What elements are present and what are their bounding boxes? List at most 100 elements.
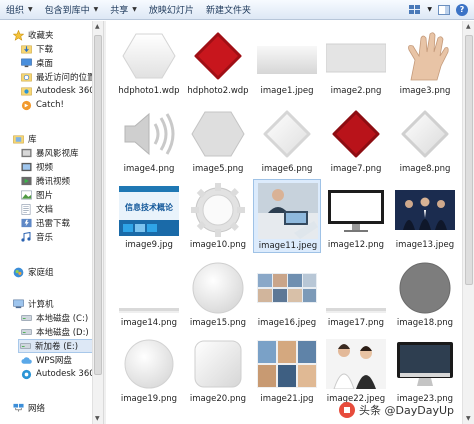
slideshow-button[interactable]: 放映幻灯片: [143, 1, 200, 19]
file-tile[interactable]: hdphoto2.wdp: [184, 25, 252, 99]
file-name: image2.png: [330, 86, 382, 96]
file-tile[interactable]: image12.png: [322, 179, 390, 253]
file-tile[interactable]: image19.png: [115, 333, 183, 407]
file-name: image17.png: [327, 318, 385, 328]
file-name: image6.png: [261, 164, 313, 174]
thumbnail-speaker: [119, 106, 179, 162]
chevron-down-icon: ▼: [28, 6, 33, 13]
nav-libraries[interactable]: 库: [12, 132, 103, 146]
nav-drive-e[interactable]: 新加卷 (E:): [18, 339, 103, 353]
scroll-up-arrow-icon[interactable]: ▲: [95, 23, 100, 30]
file-tile-selected[interactable]: image11.jpeg: [253, 179, 321, 253]
file-name: hdphoto2.wdp: [187, 86, 249, 96]
wps-cloud-icon: [20, 355, 32, 366]
video-library-icon: [20, 148, 32, 159]
file-tile[interactable]: image10.png: [184, 179, 252, 253]
thumbnail-women-photo: [326, 336, 386, 392]
nav-drive-c[interactable]: 本地磁盘 (C:): [20, 311, 103, 325]
nav-label: 新加卷 (E:): [35, 342, 79, 352]
file-tile[interactable]: image1.jpeg: [253, 25, 321, 99]
file-list-scrollbar-thumb[interactable]: [465, 35, 473, 285]
nav-wps-cloud[interactable]: WPS网盘: [20, 353, 103, 367]
file-name: image12.png: [327, 240, 385, 250]
file-name: image20.png: [189, 394, 247, 404]
nav-documents[interactable]: 文档: [20, 202, 103, 216]
file-tile[interactable]: image17.png: [322, 257, 390, 331]
thumbnail-white-hexagon: [119, 28, 179, 84]
file-tile[interactable]: image2.png: [322, 25, 390, 99]
file-list-scrollbar[interactable]: ▲ ▼: [462, 21, 474, 424]
scroll-up-arrow-icon[interactable]: ▲: [466, 23, 471, 30]
nav-favorites[interactable]: 收藏夹: [12, 28, 103, 42]
thumbnail-white-rhombus: [257, 106, 317, 162]
file-tile[interactable]: image14.png: [115, 257, 183, 331]
nav-drive-d[interactable]: 本地磁盘 (D:): [20, 325, 103, 339]
nav-desktop[interactable]: 桌面: [20, 56, 103, 70]
book-cover-title: 信息技术概论: [125, 203, 173, 212]
share-button[interactable]: 共享 ▼: [104, 1, 143, 19]
file-tile[interactable]: image8.png: [391, 103, 459, 177]
nav-tencent-video[interactable]: 腾讯视频: [20, 174, 103, 188]
file-tile[interactable]: image13.jpeg: [391, 179, 459, 253]
file-name: image14.png: [120, 318, 178, 328]
view-options-icon[interactable]: [407, 3, 423, 17]
library-icon: [12, 134, 24, 145]
nav-pictures[interactable]: 图片: [20, 188, 103, 202]
thumbnail-white-rhombus: [395, 106, 455, 162]
nav-autodesk-360[interactable]: Autodesk 360: [20, 84, 103, 98]
organize-button[interactable]: 组织 ▼: [0, 1, 39, 19]
nav-network[interactable]: 网络: [12, 401, 103, 415]
thumbnail-office-photo: [258, 183, 318, 239]
file-tile[interactable]: image3.png: [391, 25, 459, 99]
nav-autodesk-360-computer[interactable]: Autodesk 360: [20, 367, 103, 381]
file-tile[interactable]: image4.png: [115, 103, 183, 177]
nav-homegroup[interactable]: 家庭组: [12, 265, 103, 279]
nav-recent-places[interactable]: 最近访问的位置: [20, 70, 103, 84]
nav-downloads[interactable]: 下载: [20, 42, 103, 56]
watermark: 头条 @DayDayUp: [339, 402, 454, 418]
file-tile[interactable]: image23.png: [391, 333, 459, 407]
file-tile[interactable]: image21.jpg: [253, 333, 321, 407]
nav-thunder-download[interactable]: 迅雷下载: [20, 216, 103, 230]
file-tile[interactable]: hdphoto1.wdp: [115, 25, 183, 99]
nav-scrollbar[interactable]: ▲ ▼: [92, 21, 103, 424]
nav-catch[interactable]: Catch!: [20, 98, 103, 112]
pane-splitter[interactable]: [103, 21, 106, 424]
file-tile[interactable]: 信息技术概论 image9.jpg: [115, 179, 183, 253]
file-name: image13.jpeg: [395, 240, 455, 250]
view-chevron-down-icon[interactable]: ▼: [427, 6, 432, 13]
nav-label: 网络: [28, 404, 46, 414]
nav-label: Autodesk 360: [36, 369, 95, 379]
file-tile[interactable]: image20.png: [184, 333, 252, 407]
nav-scrollbar-thumb[interactable]: [94, 35, 102, 375]
scroll-down-arrow-icon[interactable]: ▼: [466, 415, 471, 422]
file-tile[interactable]: image22.jpeg: [322, 333, 390, 407]
new-folder-label: 新建文件夹: [205, 6, 251, 16]
help-icon[interactable]: ?: [456, 3, 468, 16]
thumbnail-business-photo: [395, 182, 455, 238]
preview-pane-icon[interactable]: [436, 3, 452, 17]
nav-label: 桌面: [36, 59, 54, 69]
file-tile[interactable]: image15.png: [184, 257, 252, 331]
nav-music[interactable]: 音乐: [20, 230, 103, 244]
nav-videos[interactable]: 视频: [20, 160, 103, 174]
thumbnail-light-gradient: [257, 28, 317, 84]
file-tile[interactable]: image7.png: [322, 103, 390, 177]
nav-label: 计算机: [28, 300, 54, 310]
thumbnail-white-circle: [188, 260, 248, 316]
new-folder-button[interactable]: 新建文件夹: [200, 1, 257, 19]
nav-computer[interactable]: 计算机: [12, 297, 103, 311]
thumbnail-thin-line: [326, 260, 386, 316]
nav-label: 文档: [36, 205, 54, 215]
file-tile[interactable]: image16.jpeg: [253, 257, 321, 331]
thumbnail-people-grid: [257, 260, 317, 316]
file-tile[interactable]: image5.png: [184, 103, 252, 177]
file-tile[interactable]: image6.png: [253, 103, 321, 177]
include-in-library-button[interactable]: 包含到库中 ▼: [39, 1, 105, 19]
file-name: image21.jpg: [260, 394, 314, 404]
nav-baofeng-library[interactable]: 暴风影视库: [20, 146, 103, 160]
file-name: image19.png: [120, 394, 178, 404]
scroll-down-arrow-icon[interactable]: ▼: [95, 415, 100, 422]
file-tile[interactable]: image18.png: [391, 257, 459, 331]
thumbnail-grey-circle: [395, 260, 455, 316]
